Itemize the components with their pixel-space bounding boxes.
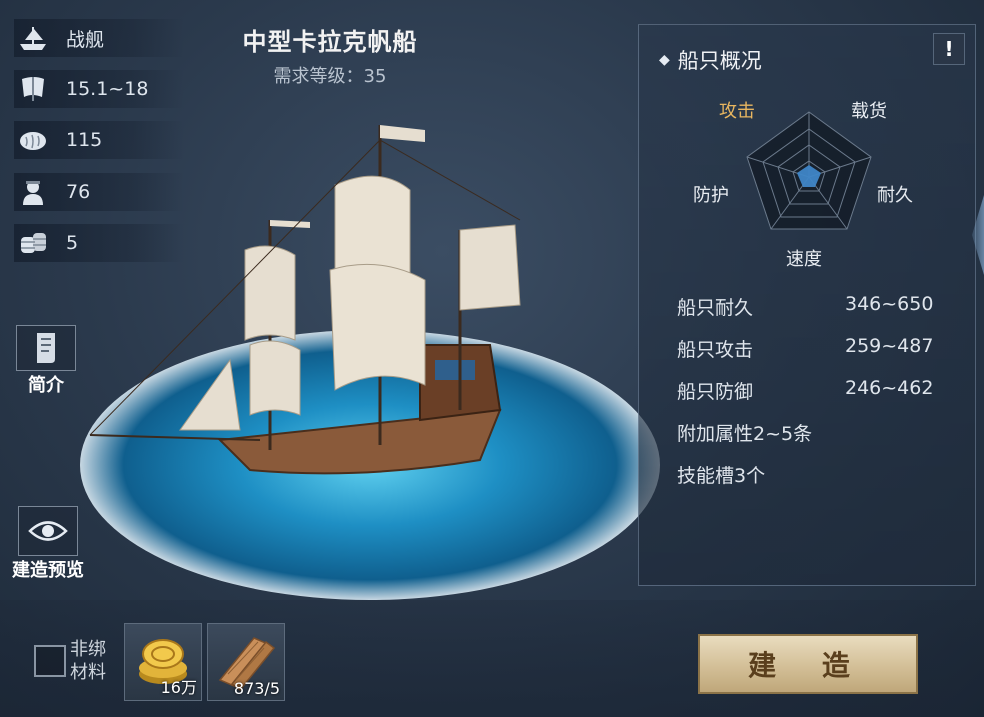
intro-button[interactable]: 简介 [16, 325, 76, 397]
intro-label: 简介 [28, 375, 64, 396]
radar-label-defense: 防护 [693, 185, 729, 206]
scroll-icon [16, 325, 76, 371]
material-slot-gold[interactable]: 16万 [124, 623, 202, 701]
prop-label: 附加属性2~5条 [677, 423, 813, 445]
prop-value: 259~487 [845, 335, 934, 357]
ship-overview-panel: ◆ 船只概况 ! 攻击 载货 耐久 速度 防护 船只耐久 346~650 船只攻… [638, 24, 976, 586]
build-button[interactable]: 建 造 [698, 634, 918, 694]
prop-row-extra-attributes: 附加属性2~5条 [677, 419, 967, 446]
radar-chart [746, 111, 872, 230]
radar-label-durability: 耐久 [877, 185, 913, 206]
panel-title: 船只概况 [677, 49, 762, 73]
radar-label-attack: 攻击 [719, 101, 755, 122]
material-count: 873/5 [233, 679, 280, 698]
ship-name: 中型卡拉克帆船 [242, 28, 418, 56]
material-label-line2: 材料 [70, 662, 106, 683]
panel-header: ◆ 船只概况 [659, 45, 762, 75]
non-bound-material-checkbox[interactable] [34, 645, 66, 677]
info-button[interactable]: ! [933, 33, 965, 65]
prop-label: 船只防御 [677, 381, 754, 403]
prop-value: 246~462 [845, 377, 934, 399]
material-count: 16万 [160, 678, 197, 697]
sail-icon [14, 70, 52, 108]
radar-label-cargo: 载货 [851, 101, 887, 122]
prop-row-durability: 船只耐久 346~650 [677, 293, 967, 320]
prop-row-skill-slots: 技能槽3个 [677, 461, 967, 488]
build-preview-button[interactable]: 建造预览 [8, 506, 88, 582]
bread-icon [14, 121, 52, 159]
stat-cargo: 5 [66, 232, 79, 254]
level-requirement: 需求等级：35 [273, 66, 387, 87]
warship-icon [14, 19, 52, 57]
barrel-icon [14, 224, 52, 262]
material-label: 非绑 材料 [70, 638, 106, 684]
sailor-icon [14, 173, 52, 211]
build-preview-label: 建造预览 [12, 560, 84, 581]
stat-speed: 15.1~18 [66, 78, 149, 100]
prop-row-attack: 船只攻击 259~487 [677, 335, 967, 362]
ship-scene [80, 125, 660, 600]
material-label-line1: 非绑 [70, 639, 106, 660]
radar-label-speed: 速度 [786, 249, 822, 270]
stat-row-speed: 15.1~18 [14, 70, 184, 108]
prop-value: 346~650 [845, 293, 934, 315]
stat-row-type: 战舰 [14, 19, 184, 57]
diamond-icon: ◆ [659, 52, 670, 68]
prop-label: 船只攻击 [677, 339, 754, 361]
stat-ship-type: 战舰 [66, 28, 105, 51]
eye-icon [18, 506, 78, 556]
prop-label: 技能槽3个 [677, 465, 766, 487]
prop-row-defense: 船只防御 246~462 [677, 377, 967, 404]
material-slot-wood[interactable]: 873/5 [207, 623, 285, 701]
prop-label: 船只耐久 [677, 297, 754, 319]
